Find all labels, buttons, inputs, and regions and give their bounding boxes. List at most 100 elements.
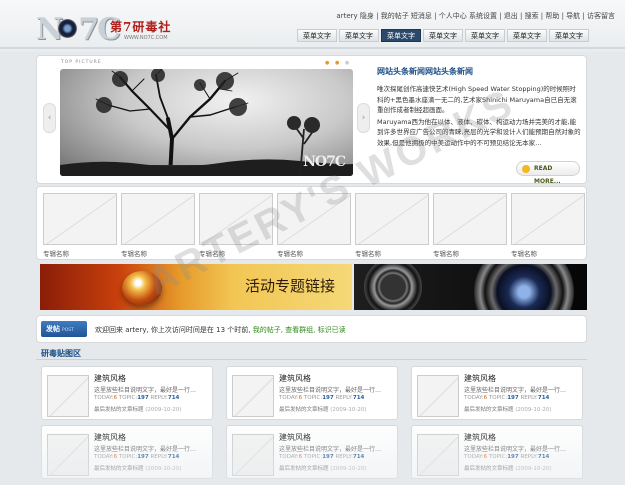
album-thumb[interactable] [433, 193, 507, 245]
menu-item-6[interactable]: 菜单文字 [507, 29, 547, 42]
reply-count: 714 [352, 454, 365, 460]
forum-card[interactable]: 建筑风格 这里放些栏目说明文字，最好是一行… TODAY:6 TOPIC:197… [41, 425, 213, 479]
water-drop-image [122, 271, 162, 305]
last-post-date: (2009-10-20) [515, 466, 552, 472]
album-name[interactable]: 专辑名称 [199, 248, 225, 258]
album-name[interactable]: 专辑名称 [511, 248, 537, 258]
brand-name[interactable]: 第7研毒社 [110, 18, 171, 35]
album-name[interactable]: 专辑名称 [355, 248, 381, 258]
last-post-title[interactable]: 最后发帖的文章标题 [279, 407, 329, 413]
topic-label: TOPIC: [303, 454, 323, 460]
forum-title[interactable]: 建筑风格 [94, 432, 126, 443]
last-post-date: (2009-10-20) [145, 407, 182, 413]
promo-left-image[interactable]: 活动专题链接 [40, 264, 352, 310]
menu-item-2[interactable]: 菜单文字 [339, 29, 379, 42]
last-post[interactable]: 最后发帖的文章标题 (2009-10-20) [279, 464, 367, 472]
album-name[interactable]: 专辑名称 [43, 248, 69, 258]
last-post[interactable]: 最后发帖的文章标题 (2009-10-20) [279, 405, 367, 413]
headline-panel: TOP PICTURE ● ● ● ‹ NO7C › 网站头条新闻网站头条新闻 … [36, 55, 587, 185]
forum-stats: TODAY:6 TOPIC:197 REPLY:714 [94, 395, 179, 401]
today-label: TODAY: [279, 395, 299, 401]
forum-title[interactable]: 建筑风格 [279, 432, 311, 443]
forum-card[interactable]: 建筑风格 这里放些栏目说明文字，最好是一行… TODAY:6 TOPIC:197… [226, 366, 398, 420]
today-count: 6 [113, 395, 118, 401]
welcome-message: 欢迎回来 artery, 你上次访问时间是在 13 个时前, 我的帖子, 查看群… [95, 325, 346, 335]
headline-title[interactable]: 网站头条新闻网站头条新闻 [377, 66, 473, 77]
last-post-title[interactable]: 最后发帖的文章标题 [464, 407, 514, 413]
last-post-title[interactable]: 最后发帖的文章标题 [94, 466, 144, 472]
site-logo[interactable]: N 7C [36, 8, 121, 47]
forum-card[interactable]: 建筑风格 这里放些栏目说明文字，最好是一行… TODAY:6 TOPIC:197… [41, 366, 213, 420]
forum-card[interactable]: 建筑风格 这里放些栏目说明文字，最好是一行… TODAY:6 TOPIC:197… [411, 366, 583, 420]
brand-url: WWW.NO7C.COM [124, 35, 168, 41]
next-arrow-icon[interactable]: › [357, 103, 370, 133]
post-label: 发帖 [46, 325, 60, 333]
placeholder-image-icon [279, 194, 350, 244]
slide-dots[interactable]: ● ● ● [325, 60, 351, 66]
prev-arrow-icon[interactable]: ‹ [43, 103, 56, 133]
album-thumb[interactable] [43, 193, 117, 245]
forum-thumb[interactable] [47, 375, 89, 417]
album-name[interactable]: 专辑名称 [277, 248, 303, 258]
menu-item-7[interactable]: 菜单文字 [549, 29, 589, 42]
menu-item-1[interactable]: 菜单文字 [297, 29, 337, 42]
menu-item-5[interactable]: 菜单文字 [465, 29, 505, 42]
topic-count: 197 [322, 395, 334, 401]
promo-text[interactable]: 活动专题链接 [245, 275, 335, 296]
headline-photo[interactable]: NO7C [60, 69, 353, 176]
promo-banner[interactable]: 活动专题链接 [40, 264, 587, 310]
placeholder-image-icon [419, 377, 458, 416]
forum-title[interactable]: 建筑风格 [464, 373, 496, 384]
read-more-button[interactable]: READ MORE... [516, 161, 580, 185]
forum-card[interactable]: 建筑风格 这里放些栏目说明文字，最好是一行… TODAY:6 TOPIC:197… [226, 425, 398, 479]
menu-item-3-active[interactable]: 菜单文字 [381, 29, 421, 42]
album-thumb[interactable] [199, 193, 273, 245]
album-thumb[interactable] [511, 193, 585, 245]
last-post-title[interactable]: 最后发帖的文章标题 [94, 407, 144, 413]
lens-icon [58, 19, 77, 38]
placeholder-image-icon [123, 194, 194, 244]
top-links[interactable]: artery 隐身 | 我的帖子 短消息 | 个人中心 系统设置 | 退出 | … [336, 11, 615, 21]
last-post-title[interactable]: 最后发帖的文章标题 [464, 466, 514, 472]
menu-item-4[interactable]: 菜单文字 [423, 29, 463, 42]
placeholder-image-icon [357, 194, 428, 244]
last-post[interactable]: 最后发帖的文章标题 (2009-10-20) [464, 405, 552, 413]
photo-logo: NO7C [303, 154, 346, 170]
forum-thumb[interactable] [47, 434, 89, 476]
album-thumb[interactable] [121, 193, 195, 245]
reply-label: REPLY: [335, 395, 353, 401]
forum-stats: TODAY:6 TOPIC:197 REPLY:714 [464, 454, 549, 460]
forum-title[interactable]: 建筑风格 [464, 432, 496, 443]
forum-thumb[interactable] [417, 434, 459, 476]
placeholder-image-icon [234, 377, 273, 416]
welcome-links[interactable]: 我的帖子, 查看群组, 标识已读 [253, 326, 346, 334]
album-thumb[interactable] [277, 193, 351, 245]
placeholder-image-icon [435, 194, 506, 244]
forum-desc: 这里放些栏目说明文字，最好是一行… [464, 446, 567, 453]
camera-lens-image[interactable] [354, 264, 587, 310]
last-post[interactable]: 最后发帖的文章标题 (2009-10-20) [464, 464, 552, 472]
last-post[interactable]: 最后发帖的文章标题 (2009-10-20) [94, 405, 182, 413]
last-post-date: (2009-10-20) [330, 466, 367, 472]
forum-thumb[interactable] [232, 434, 274, 476]
forum-thumb[interactable] [417, 375, 459, 417]
forum-stats: TODAY:6 TOPIC:197 REPLY:714 [279, 395, 364, 401]
album-name[interactable]: 专辑名称 [121, 248, 147, 258]
topic-count: 197 [137, 395, 149, 401]
post-button[interactable]: 发帖 POST [41, 321, 87, 337]
album-name[interactable]: 专辑名称 [433, 248, 459, 258]
forum-title[interactable]: 建筑风格 [279, 373, 311, 384]
reply-count: 714 [167, 454, 180, 460]
forum-thumb[interactable] [232, 375, 274, 417]
reply-count: 714 [537, 454, 550, 460]
forum-desc: 这里放些栏目说明文字，最好是一行… [279, 446, 382, 453]
album-thumb[interactable] [355, 193, 429, 245]
forum-title[interactable]: 建筑风格 [94, 373, 126, 384]
reply-count: 714 [352, 395, 365, 401]
last-post[interactable]: 最后发帖的文章标题 (2009-10-20) [94, 464, 182, 472]
last-post-title[interactable]: 最后发帖的文章标题 [279, 466, 329, 472]
arrow-circle-icon [522, 165, 530, 173]
forum-card[interactable]: 建筑风格 这里放些栏目说明文字，最好是一行… TODAY:6 TOPIC:197… [411, 425, 583, 479]
today-label: TODAY: [94, 454, 114, 460]
topic-label: TOPIC: [303, 395, 323, 401]
